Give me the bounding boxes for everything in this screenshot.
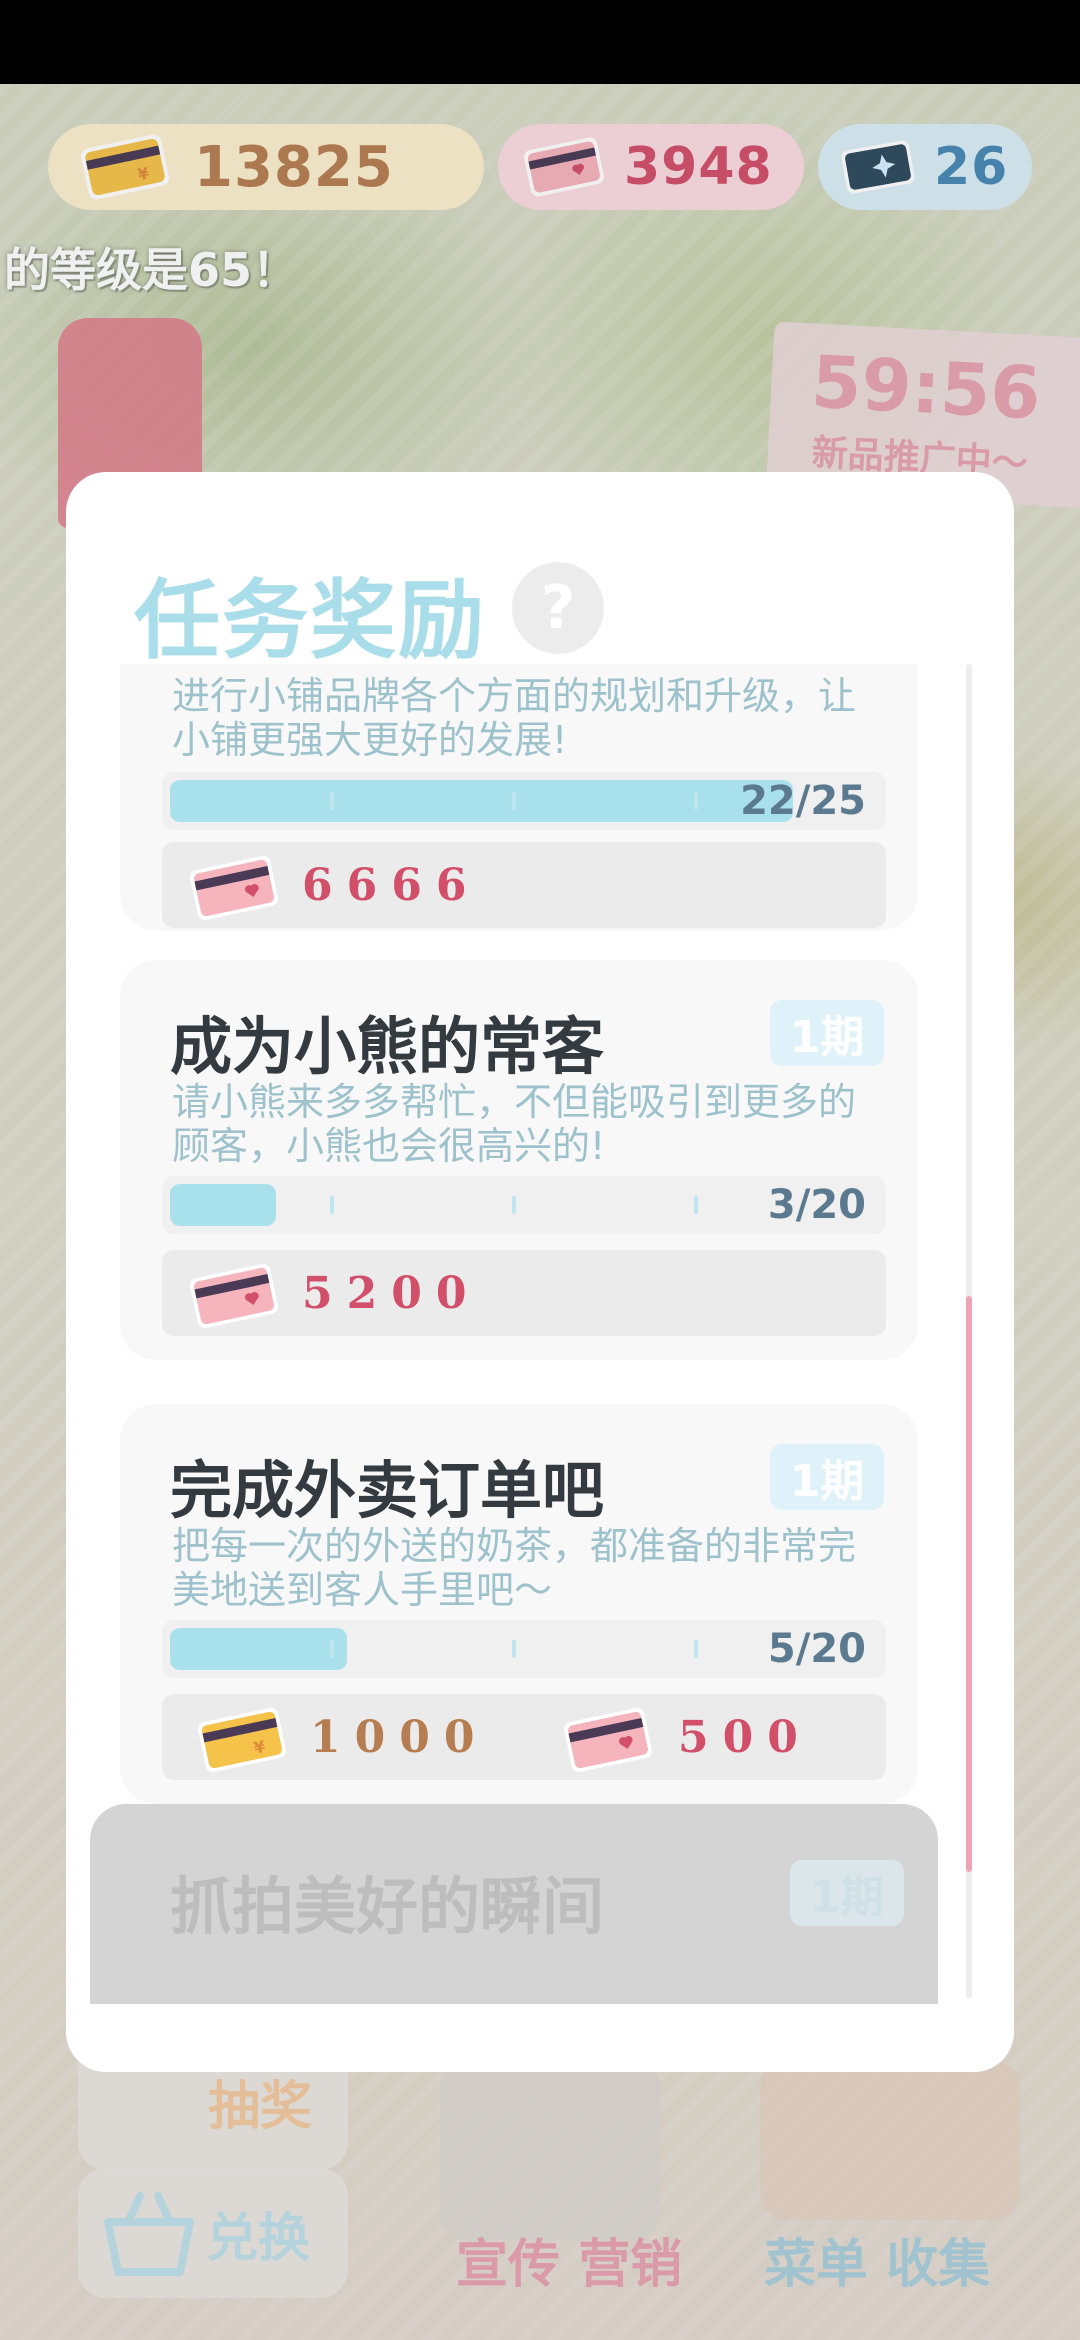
reward-amount: 1000 [310,1712,489,1763]
pink-ticket-icon [564,1707,652,1773]
reward-amount: 500 [678,1712,812,1763]
modal-title: 任务奖励 [134,571,486,671]
task-card: 进行小铺品牌各个方面的规划和升级，让小铺更强大更好的发展! 22/25 6666 [120,664,918,930]
period-badge: 1期 [770,1000,884,1066]
gold-ticket-icon: ¥ [198,1707,286,1773]
pink-ticket-icon [190,1263,278,1329]
task-progress-bar: 3/20 [162,1176,886,1234]
task-title: 完成外卖订单吧 [170,1454,605,1527]
period-badge: 1期 [790,1860,904,1926]
pink-ticket-icon [190,855,278,921]
task-reward-modal: 任务奖励 ? 进行小铺品牌各个方面的规划和升级，让小铺更强大更好的发展! 22/… [66,472,1014,2072]
help-button[interactable]: ? [512,562,604,654]
period-badge: 1期 [770,1444,884,1510]
task-progress-text: 22/25 [740,778,866,824]
task-list[interactable]: 进行小铺品牌各个方面的规划和升级，让小铺更强大更好的发展! 22/25 6666… [66,664,1014,1998]
task-progress-text: 5/20 [767,1626,866,1672]
task-title: 成为小熊的常客 [170,1010,605,1083]
task-card: 完成外卖订单吧 1期 把每一次的外送的奶茶，都准备的非常完美地送到客人手里吧～ … [120,1404,918,1804]
task-progress-bar: 5/20 [162,1620,886,1678]
task-reward-row: 5200 [162,1250,886,1336]
task-description: 请小熊来多多帮忙，不但能吸引到更多的顾客，小熊也会很高兴的! [172,1080,857,1168]
question-mark-icon: ? [540,573,576,643]
reward-amount: 5200 [302,1268,481,1319]
task-reward-row: 6666 [162,842,886,928]
task-reward-row: ¥ 1000 500 [162,1694,886,1780]
reward-amount: 6666 [302,860,481,911]
status-bar [0,0,1080,84]
task-card-faded: 抓拍美好的瞬间 1期 [90,1804,938,2004]
task-card: 成为小熊的常客 1期 请小熊来多多帮忙，不但能吸引到更多的顾客，小熊也会很高兴的… [120,960,918,1360]
task-progress-text: 3/20 [767,1182,866,1228]
task-progress-bar: 22/25 [162,772,886,830]
task-description: 把每一次的外送的奶茶，都准备的非常完美地送到客人手里吧～ [172,1524,857,1612]
task-title: 抓拍美好的瞬间 [170,1870,605,1943]
task-description: 进行小铺品牌各个方面的规划和升级，让小铺更强大更好的发展! [172,674,857,762]
